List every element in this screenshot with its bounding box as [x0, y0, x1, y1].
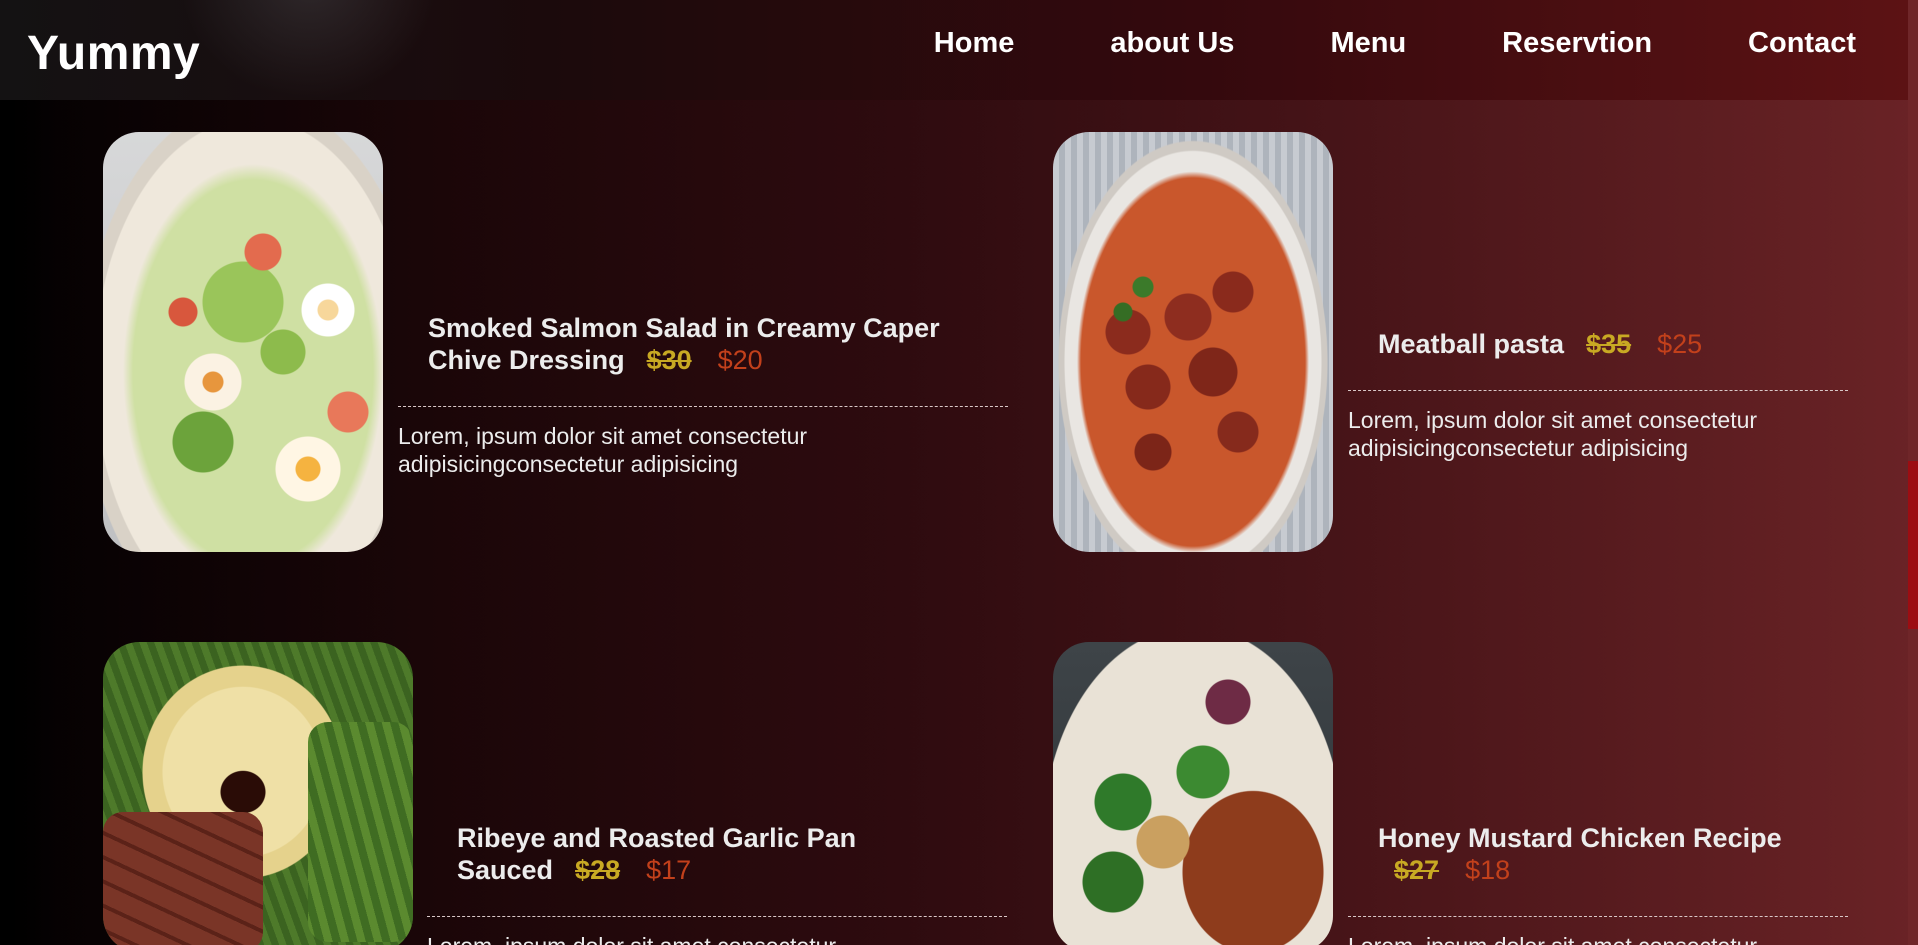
ribeye-image [103, 642, 413, 945]
menu-item-ribeye: Ribeye and Roasted Garlic Pan Sauced $28 $… [457, 822, 1017, 886]
nav-contact[interactable]: Contact [1748, 26, 1856, 60]
nav-about-us[interactable]: about Us [1110, 26, 1234, 60]
site-logo[interactable]: Yummy [27, 28, 200, 80]
dish-divider [398, 406, 1008, 407]
dish-divider [1348, 390, 1848, 391]
dish-divider [1348, 916, 1848, 917]
dish-title-line1: Meatball pasta [1378, 329, 1565, 359]
dish-description: Lorem, ipsum dolor sit amet consectetur [1348, 932, 1848, 945]
dish-title: Ribeye and Roasted Garlic Pan Sauced $28 $… [457, 822, 1017, 886]
honey-mustard-chicken-image [1053, 642, 1333, 945]
old-price: $35 [1586, 329, 1632, 359]
menu-item-honey-mustard-chicken: Honey Mustard Chicken Recipe $27 $18 [1378, 822, 1878, 886]
dish-description: Lorem, ipsum dolor sit amet consectetur … [398, 423, 808, 477]
dish-title-line2: Chive Dressing [428, 345, 625, 375]
green-beans-shape [308, 722, 413, 942]
page-background-shade [0, 0, 60, 945]
nav-menu[interactable]: Menu [1330, 26, 1406, 60]
old-price: $28 [575, 855, 621, 885]
site-header: Yummy Home about Us Menu Reservtion Cont… [0, 0, 1908, 100]
dish-description: Lorem, ipsum dolor sit amet consectetur … [1348, 407, 1758, 461]
new-price: $18 [1465, 855, 1511, 885]
page-scrollbar-thumb[interactable] [1908, 461, 1918, 629]
dish-title-line1: Ribeye and Roasted Garlic Pan [457, 823, 857, 853]
dish-title-line2: Sauced [457, 855, 554, 885]
main-nav: Home about Us Menu Reservtion Contact [934, 26, 1856, 60]
dish-divider [427, 916, 1007, 917]
menu-item-meatball-pasta: Meatball pasta $35 $25 [1378, 328, 1878, 360]
dish-title-line1: Smoked Salmon Salad in Creamy Caper [428, 313, 940, 343]
old-price: $27 [1394, 855, 1440, 885]
nav-home[interactable]: Home [934, 26, 1015, 60]
nav-reservation[interactable]: Reservtion [1502, 26, 1652, 60]
new-price: $20 [717, 345, 763, 375]
header-glow [180, 0, 440, 100]
old-price: $30 [646, 345, 692, 375]
salmon-salad-image [103, 132, 383, 552]
menu-item-salmon-salad: Smoked Salmon Salad in Creamy Caper Chiv… [428, 312, 1028, 376]
new-price: $25 [1657, 329, 1703, 359]
dish-title-line1: Honey Mustard Chicken Recipe [1378, 823, 1782, 853]
dish-title: Smoked Salmon Salad in Creamy Caper Chiv… [428, 312, 1028, 376]
dish-description: Lorem, ipsum dolor sit amet consectetur [427, 932, 947, 945]
sliced-steak-shape [103, 812, 263, 945]
dish-title: Meatball pasta $35 $25 [1378, 328, 1878, 360]
meatball-pasta-image [1053, 132, 1333, 552]
new-price: $17 [646, 855, 692, 885]
dish-title: Honey Mustard Chicken Recipe $27 $18 [1378, 822, 1878, 886]
